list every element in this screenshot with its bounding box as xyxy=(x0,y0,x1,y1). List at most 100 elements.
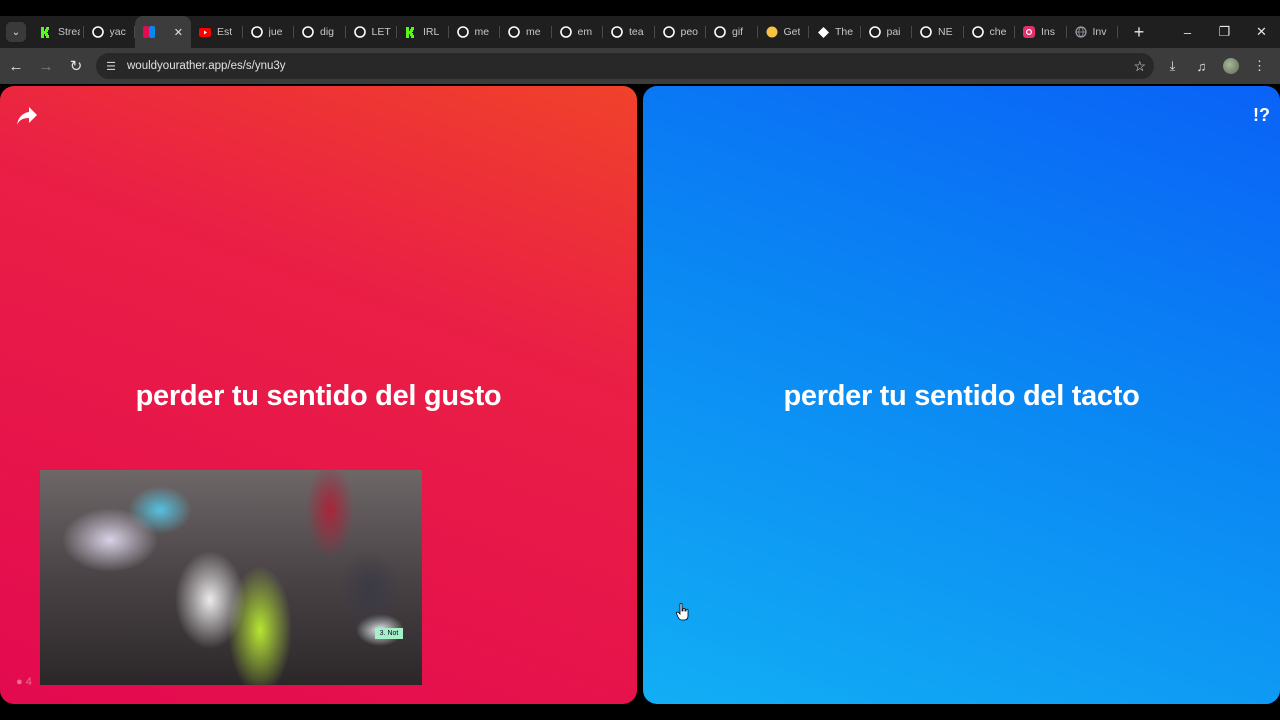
tab-label: che xyxy=(989,26,1007,38)
tab-label: jue xyxy=(268,26,283,38)
report-button[interactable]: !? xyxy=(1253,100,1270,130)
window-controls: – ❐ ✕ xyxy=(1169,16,1280,48)
browser-tab[interactable]: me xyxy=(449,16,501,48)
reload-icon: ↻ xyxy=(69,58,83,75)
tab-label: peo xyxy=(680,26,699,38)
tab-label: IRL xyxy=(423,26,440,38)
browser-tab[interactable]: gif xyxy=(706,16,758,48)
google-icon xyxy=(302,26,314,38)
restore-button[interactable]: ❐ xyxy=(1206,16,1243,48)
browser-tab[interactable]: IRL xyxy=(397,16,449,48)
avatar xyxy=(1222,58,1239,74)
tab-label: tea xyxy=(629,26,644,38)
google-icon xyxy=(920,26,932,38)
tab-label: em xyxy=(577,26,593,38)
forward-button[interactable]: → xyxy=(32,52,60,80)
browser-tab[interactable]: ✕ xyxy=(135,16,191,48)
emoji-icon xyxy=(766,26,778,38)
tab-list: Stream yac ✕ Est jue dig LET IRL me me em tea peo gif… xyxy=(32,16,1118,48)
download-icon: ⤓ xyxy=(1169,58,1176,73)
browser-tab[interactable]: dig xyxy=(294,16,346,48)
kick-icon xyxy=(40,26,52,38)
report-icon: !? xyxy=(1253,104,1270,125)
option-a-text: perder tu sentido del gusto xyxy=(135,380,502,412)
tab-search-button[interactable]: ⌄ xyxy=(6,22,26,42)
tab-strip: ⌄ Stream yac ✕ Est jue dig LET IRL me me em tea peo g… xyxy=(0,16,1280,48)
browser-tab[interactable]: che xyxy=(964,16,1016,48)
option-b-card[interactable]: !? perder tu sentido del tacto xyxy=(643,86,1280,704)
close-window-button[interactable]: ✕ xyxy=(1243,16,1280,48)
tab-label: NE xyxy=(938,26,953,38)
media-control-button[interactable]: ♫ xyxy=(1187,52,1216,80)
browser-tab[interactable]: Stream xyxy=(32,16,84,48)
kebab-menu-icon: ⋮ xyxy=(1253,58,1266,73)
diamond-icon xyxy=(817,26,829,38)
google-icon xyxy=(714,26,726,38)
google-icon xyxy=(91,26,104,38)
option-b-text: perder tu sentido del tacto xyxy=(783,380,1140,412)
google-icon xyxy=(559,26,572,38)
new-tab-button[interactable]: + xyxy=(1126,19,1152,45)
browser-toolbar: ← → ↻ ☰ wouldyourather.app/es/s/ynu3y ☆ … xyxy=(0,48,1280,84)
arrow-left-icon: ← xyxy=(8,57,24,75)
address-bar[interactable]: ☰ wouldyourather.app/es/s/ynu3y ☆ xyxy=(96,53,1154,79)
bookmark-star-icon[interactable]: ☆ xyxy=(1133,58,1146,75)
tab-label: Ins xyxy=(1041,26,1056,38)
downloads-button[interactable]: ⤓ xyxy=(1158,52,1187,80)
youtube-icon xyxy=(199,26,211,38)
google-icon xyxy=(456,26,469,38)
google-icon xyxy=(508,26,520,38)
tab-label: Est xyxy=(217,26,233,38)
tab-label: dig xyxy=(320,26,335,38)
tab-label: LET xyxy=(371,26,391,38)
kick-icon xyxy=(405,26,417,38)
browser-tab[interactable]: NE xyxy=(912,16,964,48)
browser-tab[interactable]: Est xyxy=(191,16,243,48)
profile-button[interactable] xyxy=(1216,52,1245,80)
tab-label: me xyxy=(474,26,490,38)
back-button[interactable]: ← xyxy=(2,52,30,80)
browser-tab[interactable]: jue xyxy=(243,16,295,48)
browser-tab[interactable]: Get xyxy=(758,16,810,48)
browser-tab[interactable]: Ins xyxy=(1015,16,1067,48)
webcam-overlay: 3. Not xyxy=(40,470,422,685)
close-icon: ✕ xyxy=(1256,24,1267,39)
google-icon xyxy=(353,26,366,38)
browser-tab[interactable]: tea xyxy=(603,16,655,48)
tab-label: Get xyxy=(783,26,801,38)
option-a-card[interactable]: perder tu sentido del gusto 3. Not ● 4 xyxy=(0,86,637,704)
plus-icon: + xyxy=(1133,21,1145,42)
hand-cursor-icon xyxy=(676,603,689,621)
chevron-down-icon: ⌄ xyxy=(11,26,21,38)
media-queue-icon: ♫ xyxy=(1196,58,1207,74)
browser-tab[interactable]: peo xyxy=(655,16,707,48)
browser-tab[interactable]: yac xyxy=(84,16,136,48)
toolbar-actions: ⤓ ♫ ⋮ xyxy=(1158,52,1274,80)
browser-tab[interactable]: me xyxy=(500,16,552,48)
reload-button[interactable]: ↻ xyxy=(62,52,90,80)
browser-tab[interactable]: Inv xyxy=(1067,16,1119,48)
minimize-button[interactable]: – xyxy=(1169,16,1206,48)
tab-label: gif xyxy=(732,26,744,38)
reaction-counter[interactable]: ● 4 xyxy=(16,676,32,688)
share-icon xyxy=(17,107,37,125)
browser-tab[interactable]: LET xyxy=(346,16,398,48)
tab-label: pai xyxy=(886,26,901,38)
tab-label: Inv xyxy=(1092,26,1107,38)
browser-tab[interactable]: em xyxy=(552,16,604,48)
browser-tab[interactable]: pai xyxy=(861,16,913,48)
site-info-icon[interactable]: ☰ xyxy=(98,53,124,79)
share-button[interactable] xyxy=(12,101,42,131)
url-text[interactable]: wouldyourather.app/es/s/ynu3y xyxy=(127,60,286,72)
reaction-count: 4 xyxy=(25,676,32,688)
tab-close-icon[interactable]: ✕ xyxy=(174,26,183,39)
flame-icon: ● xyxy=(16,676,23,688)
arrow-right-icon: → xyxy=(38,57,54,75)
google-icon xyxy=(971,26,984,38)
menu-button[interactable]: ⋮ xyxy=(1245,52,1274,80)
globe-icon xyxy=(1074,26,1087,38)
google-icon xyxy=(250,26,263,38)
browser-tab[interactable]: The xyxy=(809,16,861,48)
restore-icon: ❐ xyxy=(1218,24,1231,39)
wyr-icon xyxy=(143,26,155,38)
